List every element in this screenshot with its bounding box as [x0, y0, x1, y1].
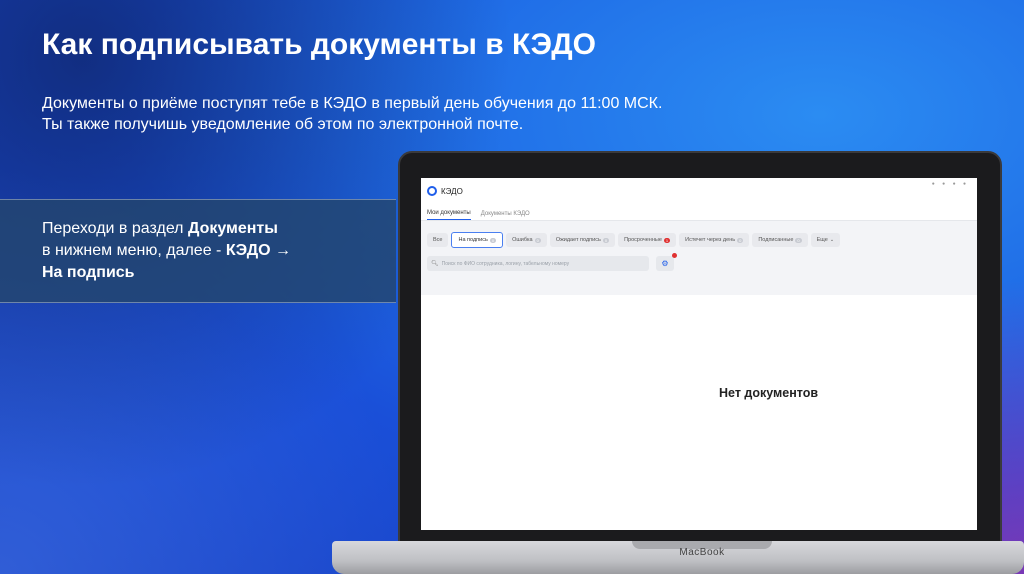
app-name: КЭДО	[441, 186, 463, 196]
filter-settings-button[interactable]: ⚙	[656, 253, 677, 271]
callout-bold-1: Документы	[187, 220, 278, 237]
filter-awaiting-signature[interactable]: Ожидает подпись 0	[549, 233, 616, 247]
filter-all[interactable]: Все	[427, 233, 449, 247]
instruction-callout: Переходи в раздел Документы в нижнем мен…	[0, 199, 396, 303]
tab-my-documents[interactable]: Мои документы	[427, 210, 471, 220]
main-tabs: Мои документы Документы КЭДО	[421, 204, 977, 221]
window-controls: ● ● ● ●	[931, 181, 969, 187]
search-placeholder: Поиск по ФИО сотрудника, логину, табельн…	[441, 260, 570, 267]
count-badge: 0	[795, 237, 802, 243]
search-input[interactable]: 🔍︎ Поиск по ФИО сотрудника, логину, табе…	[427, 256, 649, 271]
slide-title: Как подписывать документы в КЭДО	[42, 28, 596, 61]
search-row: 🔍︎ Поиск по ФИО сотрудника, логину, табе…	[421, 248, 977, 271]
filter-more-label: Еще	[816, 237, 828, 243]
chevron-down-icon: ⌄	[829, 237, 835, 243]
filter-error[interactable]: Ошибка 0	[506, 233, 547, 247]
filter-more[interactable]: Еще ⌄	[810, 233, 841, 247]
count-badge: 0	[602, 237, 610, 243]
tab-kedo-documents[interactable]: Документы КЭДО	[481, 211, 530, 220]
subtitle-line-2: Ты также получишь уведомление об этом по…	[42, 116, 524, 133]
count-badge: 0	[489, 237, 497, 243]
macbook-label: MacBook	[679, 547, 725, 558]
subtitle-line-1: Документы о приёме поступят тебе в КЭДО …	[42, 95, 663, 112]
filter-overdue[interactable]: Просроченные 1	[618, 233, 677, 247]
callout-bold-2: КЭДО →	[225, 242, 292, 259]
notification-dot	[672, 253, 677, 258]
filter-signed[interactable]: Подписанные 0	[752, 233, 808, 247]
slide-subtitle: Документы о приёме поступят тебе в КЭДО …	[42, 93, 802, 135]
filter-signed-label: Подписанные	[758, 237, 794, 243]
filter-to-sign[interactable]: На подпись 0	[451, 232, 504, 248]
callout-bold-3: На подпись	[42, 264, 135, 281]
app-screen: КЭДО ● ● ● ● Мои документы Документы КЭД…	[421, 178, 977, 530]
filter-expires-label: Истечет через день	[685, 237, 736, 243]
callout-text: Переходи в раздел Документы в нижнем мен…	[42, 218, 291, 284]
filter-error-label: Ошибка	[512, 237, 533, 243]
count-badge: 0	[534, 237, 541, 243]
callout-text-1: Переходи в раздел	[42, 220, 188, 237]
count-badge: 0	[737, 237, 744, 243]
filter-expires-in-a-day[interactable]: Истечет через день 0	[679, 233, 750, 247]
filter-awaiting-label: Ожидает подпись	[555, 237, 601, 243]
search-icon: 🔍︎	[431, 261, 439, 267]
filter-chips: Все На подпись 0 Ошибка 0 Ожидает подпись 0…	[421, 221, 977, 248]
kedo-logo-icon	[427, 186, 437, 196]
filter-all-label: Все	[433, 237, 443, 243]
filter-overdue-label: Просроченные	[624, 237, 662, 243]
filter-to-sign-label: На подпись	[458, 237, 488, 243]
sliders-icon: ⚙	[661, 259, 669, 268]
app-header: КЭДО ● ● ● ●	[421, 178, 977, 204]
callout-text-2: в нижнем меню, далее -	[42, 242, 226, 259]
filter-area: Все На подпись 0 Ошибка 0 Ожидает подпись 0…	[421, 221, 977, 295]
count-badge: 1	[663, 237, 671, 243]
empty-state-message: Нет документов	[719, 386, 819, 400]
